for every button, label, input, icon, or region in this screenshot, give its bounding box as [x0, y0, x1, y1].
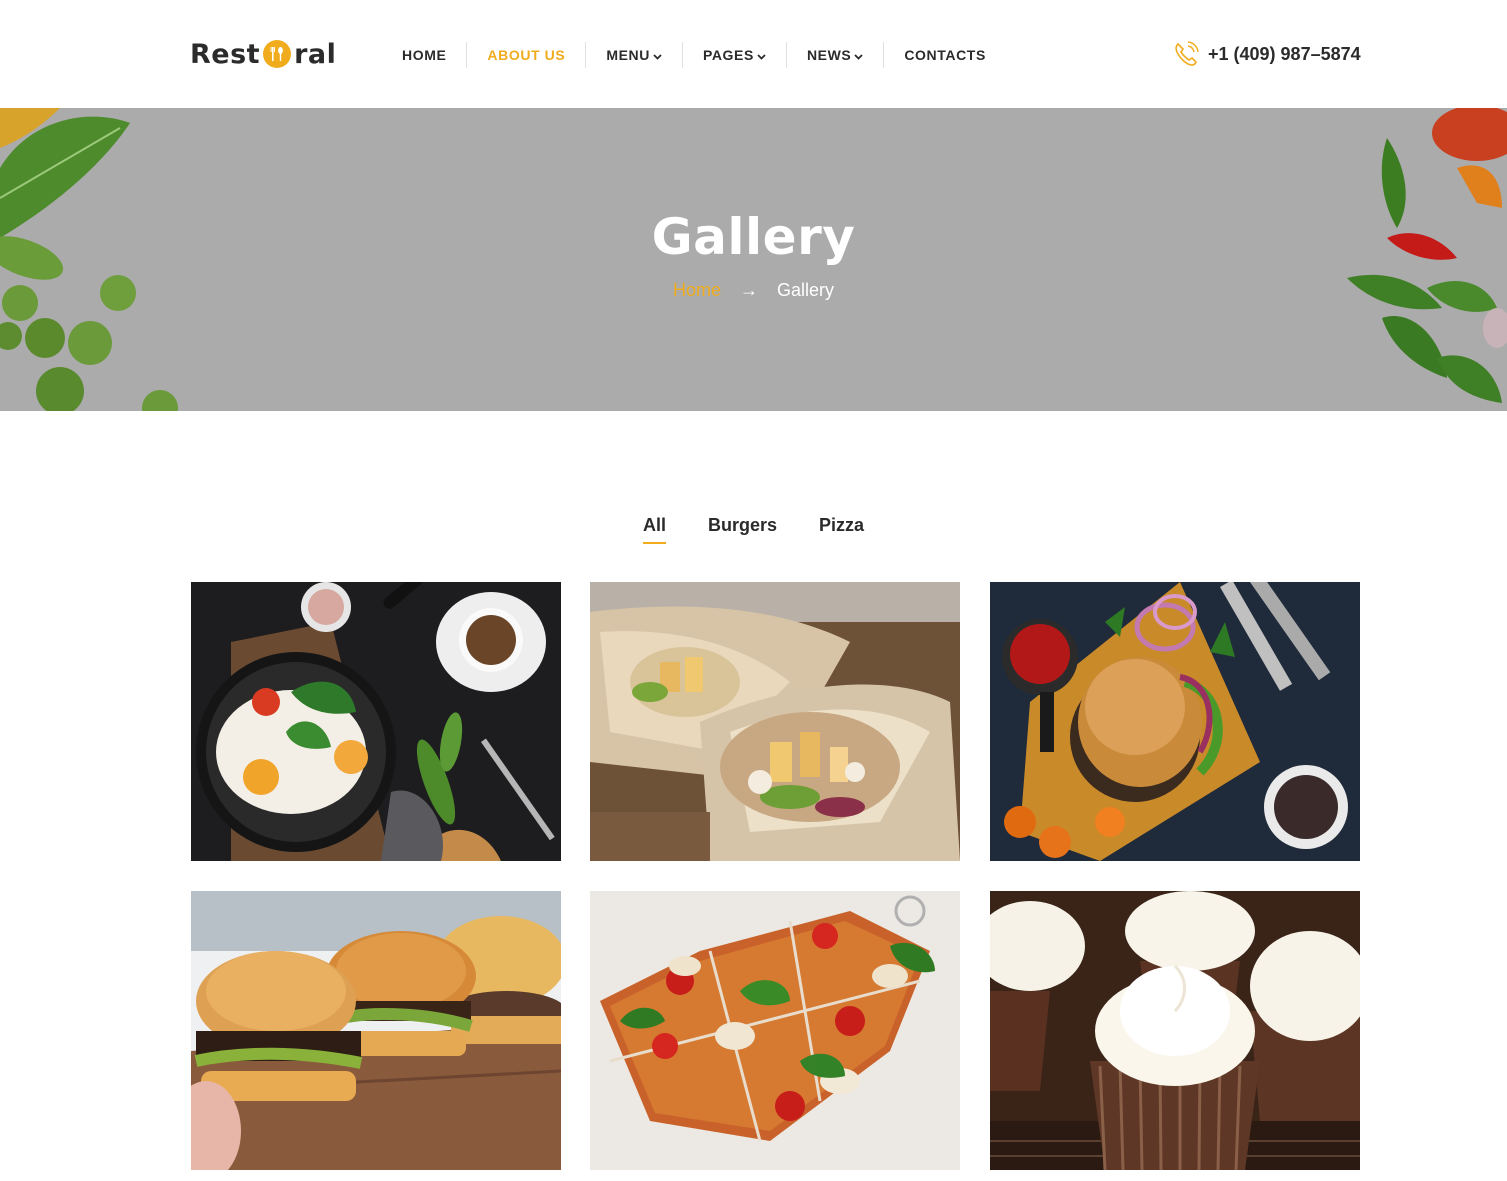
fork-spoon-icon [263, 40, 292, 68]
nav-item-label: ABOUT US [487, 47, 566, 63]
burger-on-board-image [990, 582, 1360, 861]
page-hero: Gallery Home → Gallery [0, 108, 1507, 411]
main-nav: HOME ABOUT US MENU PAGES NEWS CONTACTS [382, 40, 1006, 70]
site-header: Rest ral HOME ABOUT US MENU PAGES NEWS C… [0, 0, 1507, 108]
filter-pizza[interactable]: Pizza [819, 515, 864, 544]
gallery-item-cupcakes[interactable] [990, 891, 1360, 1170]
nav-item-about-us[interactable]: ABOUT US [466, 42, 585, 68]
gallery-item-burger-board[interactable] [990, 582, 1360, 861]
cupcakes-image [990, 891, 1360, 1170]
page-title: Gallery [651, 208, 856, 266]
chicken-wraps-image [590, 582, 960, 861]
gallery-item-pizza[interactable] [590, 891, 960, 1170]
pizza-slices-image [590, 891, 960, 1170]
gallery-item-wraps[interactable] [590, 582, 960, 861]
breadcrumb-arrow-icon: → [740, 280, 758, 300]
breadcrumb-home-link[interactable]: Home [673, 280, 721, 300]
nav-item-news[interactable]: NEWS [785, 42, 883, 68]
breakfast-pan-image [191, 582, 561, 861]
breadcrumb: Home → Gallery [0, 280, 1507, 301]
nav-item-label: HOME [402, 47, 447, 63]
phone-icon [1172, 40, 1200, 68]
gallery-filters: All Burgers Pizza [0, 515, 1507, 544]
nav-item-pages[interactable]: PAGES [681, 42, 786, 68]
nav-item-label: MENU [606, 47, 650, 63]
burgers-on-wood-image [191, 891, 561, 1170]
logo-text-left: Rest [190, 38, 261, 70]
gallery-item-burgers[interactable] [191, 891, 561, 1170]
nav-item-label: PAGES [702, 47, 754, 63]
nav-item-menu[interactable]: MENU [585, 42, 682, 68]
logo[interactable]: Rest ral [190, 36, 336, 72]
nav-item-contacts[interactable]: CONTACTS [883, 42, 1006, 68]
nav-item-home[interactable]: HOME [382, 42, 466, 68]
filter-all[interactable]: All [642, 515, 666, 544]
header-phone[interactable]: +1 (409) 987–5874 [1172, 40, 1361, 68]
gallery-item-breakfast[interactable] [191, 582, 561, 861]
logo-text-right: ral [294, 38, 337, 70]
chevron-down-icon [653, 47, 662, 63]
phone-number: +1 (409) 987–5874 [1208, 43, 1361, 64]
nav-item-label: NEWS [806, 47, 852, 63]
filter-burgers[interactable]: Burgers [708, 515, 777, 544]
chevron-down-icon [757, 47, 766, 63]
chevron-down-icon [854, 47, 863, 63]
breadcrumb-current: Gallery [777, 280, 835, 300]
nav-item-label: CONTACTS [904, 47, 986, 63]
